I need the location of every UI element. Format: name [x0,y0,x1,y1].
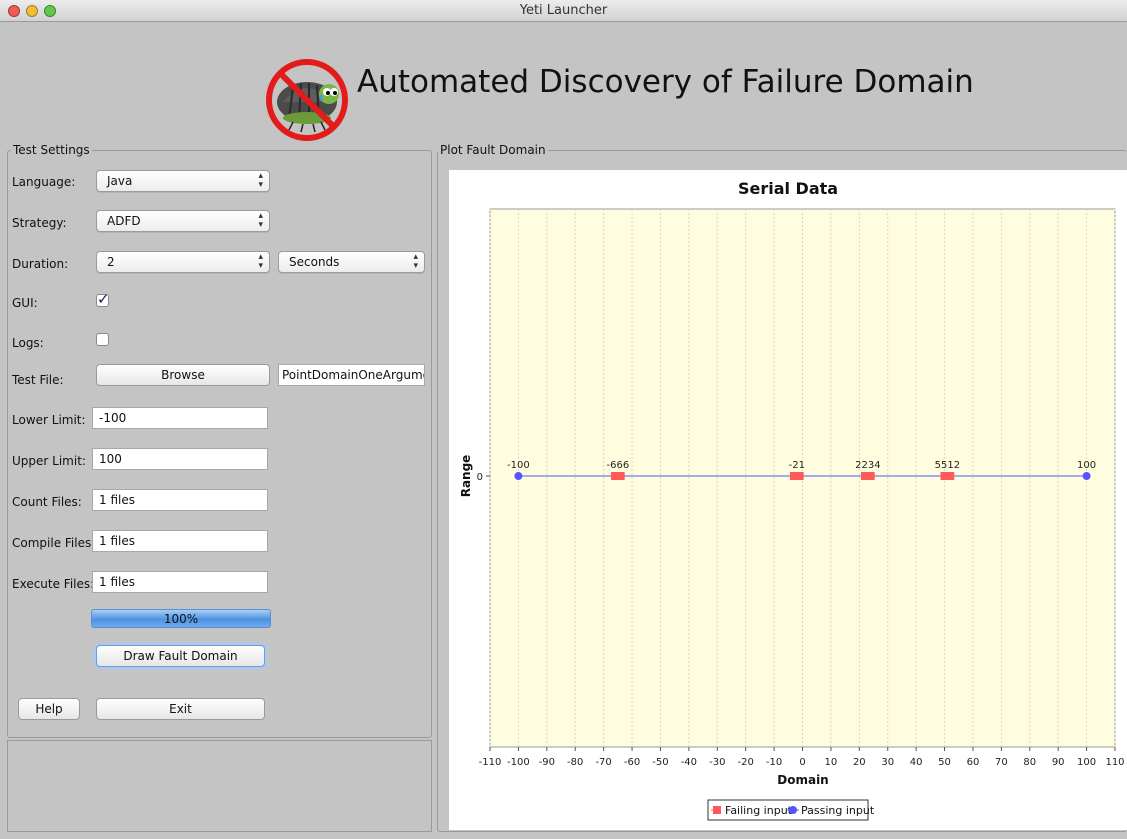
x-tick-label: 40 [910,757,923,768]
duration-select[interactable]: 2 ▴ ▾ [96,251,270,273]
execute-files-label: Execute Files: [12,577,95,591]
window-title: Yeti Launcher [519,3,608,18]
test-file-label: Test File: [12,373,64,387]
banner: Automated Discovery of Failure Domain [0,22,1127,142]
banner-title: Automated Discovery of Failure Domain [357,64,974,100]
point-label: -21 [789,460,805,471]
x-tick-label: -30 [709,757,725,768]
count-files-label: Count Files: [12,495,82,509]
strategy-select-value: ADFD [107,214,141,228]
x-tick-label: 20 [853,757,866,768]
x-tick-label: 80 [1023,757,1036,768]
y-tick-labels: 0 [477,472,490,483]
logs-label: Logs: [12,336,44,350]
duration-unit-select[interactable]: Seconds ▴ ▾ [278,251,425,273]
upper-limit-input[interactable]: 100 [92,448,268,470]
draw-fault-domain-button[interactable]: Draw Fault Domain [96,645,265,667]
strategy-select[interactable]: ADFD ▴ ▾ [96,210,270,232]
failing-input-marker [795,472,804,480]
x-tick-label: -10 [766,757,782,768]
passing-input-marker [514,472,523,480]
language-label: Language: [12,175,76,189]
count-files-field: 1 files [92,489,268,511]
chevron-up-down-icon: ▴ ▾ [258,171,263,190]
x-tick-label: 70 [995,757,1008,768]
passing-input-marker [1082,472,1091,480]
x-tick-labels: -110 -100 -90 -80 -70 -60 -50 -40 -30 -20 -10 0 10 20… [479,747,1125,768]
x-tick-label: -70 [595,757,611,768]
x-tick-label: -100 [507,757,530,768]
plot-fault-domain-title: Plot Fault Domain [438,143,548,157]
test-settings-title: Test Settings [11,143,92,157]
x-tick-label: 50 [938,757,951,768]
help-button[interactable]: Help [18,698,80,720]
x-tick-label: 30 [881,757,894,768]
x-tick-label: -80 [567,757,583,768]
point-label: 5512 [935,460,960,471]
x-tick-label: 60 [967,757,980,768]
x-tick-label: 10 [825,757,838,768]
upper-limit-label: Upper Limit: [12,454,86,468]
chevron-up-down-icon: ▴ ▾ [258,252,263,271]
checkmark-icon: ✓ [97,290,110,308]
gui-label: GUI: [12,296,38,310]
point-label: -100 [507,460,530,471]
x-axis-label: Domain [777,773,828,787]
exit-button[interactable]: Exit [96,698,265,720]
lower-limit-input[interactable]: -100 [92,407,268,429]
test-file-field[interactable]: PointDomainOneArgument [278,364,425,386]
legend-failing-marker [713,806,721,814]
x-tick-label: -20 [738,757,754,768]
legend-passing-marker [789,806,797,814]
chevron-up-down-icon: ▴ ▾ [258,211,263,230]
progress-bar: 100% [91,609,271,628]
legend-failing-label: Failing input [725,804,793,817]
language-select-value: Java [107,174,133,188]
title-bar: Yeti Launcher [0,0,1127,22]
duration-unit-value: Seconds [289,255,340,269]
x-tick-label: -60 [624,757,640,768]
chart-legend: Failing input Passing input [707,799,875,821]
lower-limit-label: Lower Limit: [12,413,86,427]
x-tick-label: 110 [1105,757,1124,768]
x-tick-label: 0 [799,757,805,768]
strategy-label: Strategy: [12,216,67,230]
point-label: 2234 [855,460,880,471]
point-label: -666 [606,460,629,471]
chart-panel: Serial Data -100 -666 -21 2234 5512 100 -110-… [449,170,1127,830]
logs-checkbox[interactable] [96,333,109,346]
point-label: 100 [1077,460,1096,471]
x-tick-label: -50 [652,757,668,768]
chevron-up-down-icon: ▴ ▾ [413,252,418,271]
x-tick-label: -110 [479,757,502,768]
failing-input-marker [616,472,625,480]
chart-title: Serial Data [738,179,838,198]
compile-files-label: Compile Files: [12,536,96,550]
x-tick-label: 90 [1052,757,1065,768]
compile-files-field: 1 files [92,530,268,552]
legend-passing-label: Passing input [801,804,875,817]
x-tick-label: 100 [1077,757,1096,768]
duration-label: Duration: [12,257,69,271]
language-select[interactable]: Java ▴ ▾ [96,170,270,192]
crossed-out-bug-logo-icon [266,59,348,141]
execute-files-field: 1 files [92,571,268,593]
gui-checkbox[interactable]: ✓ [96,290,110,308]
status-area [7,740,432,832]
browse-button[interactable]: Browse [96,364,270,386]
y-tick-label: 0 [477,472,483,483]
y-axis-label: Range [459,455,473,498]
failing-input-marker [866,472,875,480]
x-tick-label: -90 [539,757,555,768]
failing-input-marker [946,472,955,480]
app-window: Yeti Launcher Automated Discovery of Fai… [0,0,1127,839]
x-tick-label: -40 [681,757,697,768]
fault-domain-chart: Serial Data -100 -666 -21 2234 5512 100 -110-… [459,179,1125,821]
duration-select-value: 2 [107,255,115,269]
progress-label: 100% [163,612,199,626]
